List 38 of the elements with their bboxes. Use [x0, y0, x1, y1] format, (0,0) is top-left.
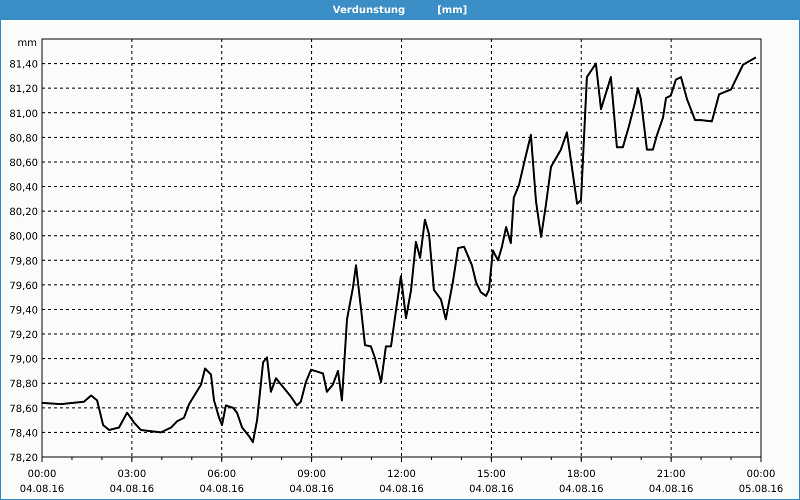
- x-tick-label: 00:00: [746, 469, 776, 480]
- y-tick-label: 78,40: [9, 428, 38, 440]
- date-label: 04.08.16: [20, 484, 64, 495]
- y-tick-label: 79,40: [9, 305, 38, 316]
- y-tick-label: 79,20: [9, 330, 38, 342]
- y-tick-label: 80,40: [9, 182, 38, 194]
- date-label: 04.08.16: [379, 484, 424, 495]
- date-label: 04.08.16: [558, 484, 604, 495]
- y-tick-label: 79,00: [9, 354, 38, 366]
- y-tick-label: 80,20: [9, 207, 38, 218]
- x-tick-label: 18:00: [566, 469, 596, 480]
- x-tick-label: 21:00: [656, 469, 686, 480]
- y-tick-label: 78,60: [9, 404, 38, 415]
- y-tick-label: 78,20: [9, 453, 38, 464]
- y-tick-label: 78,80: [9, 379, 38, 390]
- y-tick-label: 80,00: [9, 232, 38, 243]
- unit-label: [mm]: [437, 4, 468, 18]
- y-tick-label: 81,00: [9, 108, 38, 120]
- y-tick-label: 79,60: [9, 280, 38, 292]
- date-label: 05.08.16: [738, 484, 784, 495]
- date-label: 04.08.16: [110, 484, 154, 495]
- y-tick-label: 81,20: [9, 84, 38, 96]
- axis-unit-label: mm: [18, 38, 37, 49]
- x-tick-label: 00:00: [28, 469, 56, 480]
- y-tick-label: 79,80: [9, 256, 38, 268]
- date-label: 04.08.16: [289, 484, 334, 495]
- y-tick-label: 80,80: [9, 133, 38, 144]
- x-tick-label: 03:00: [117, 469, 146, 480]
- y-tick-label: 81,40: [9, 60, 38, 71]
- window-title: Verdunstung: [332, 4, 406, 18]
- y-tick-label: 80,60: [9, 158, 38, 169]
- date-label: 04.08.16: [648, 484, 694, 495]
- x-tick-label: 15:00: [476, 469, 506, 480]
- date-label: 04.08.16: [469, 484, 514, 495]
- date-label: 04.08.16: [199, 484, 244, 495]
- x-tick-label: 12:00: [387, 469, 416, 480]
- x-tick-label: 09:00: [297, 469, 326, 480]
- x-tick-label: 06:00: [207, 469, 236, 480]
